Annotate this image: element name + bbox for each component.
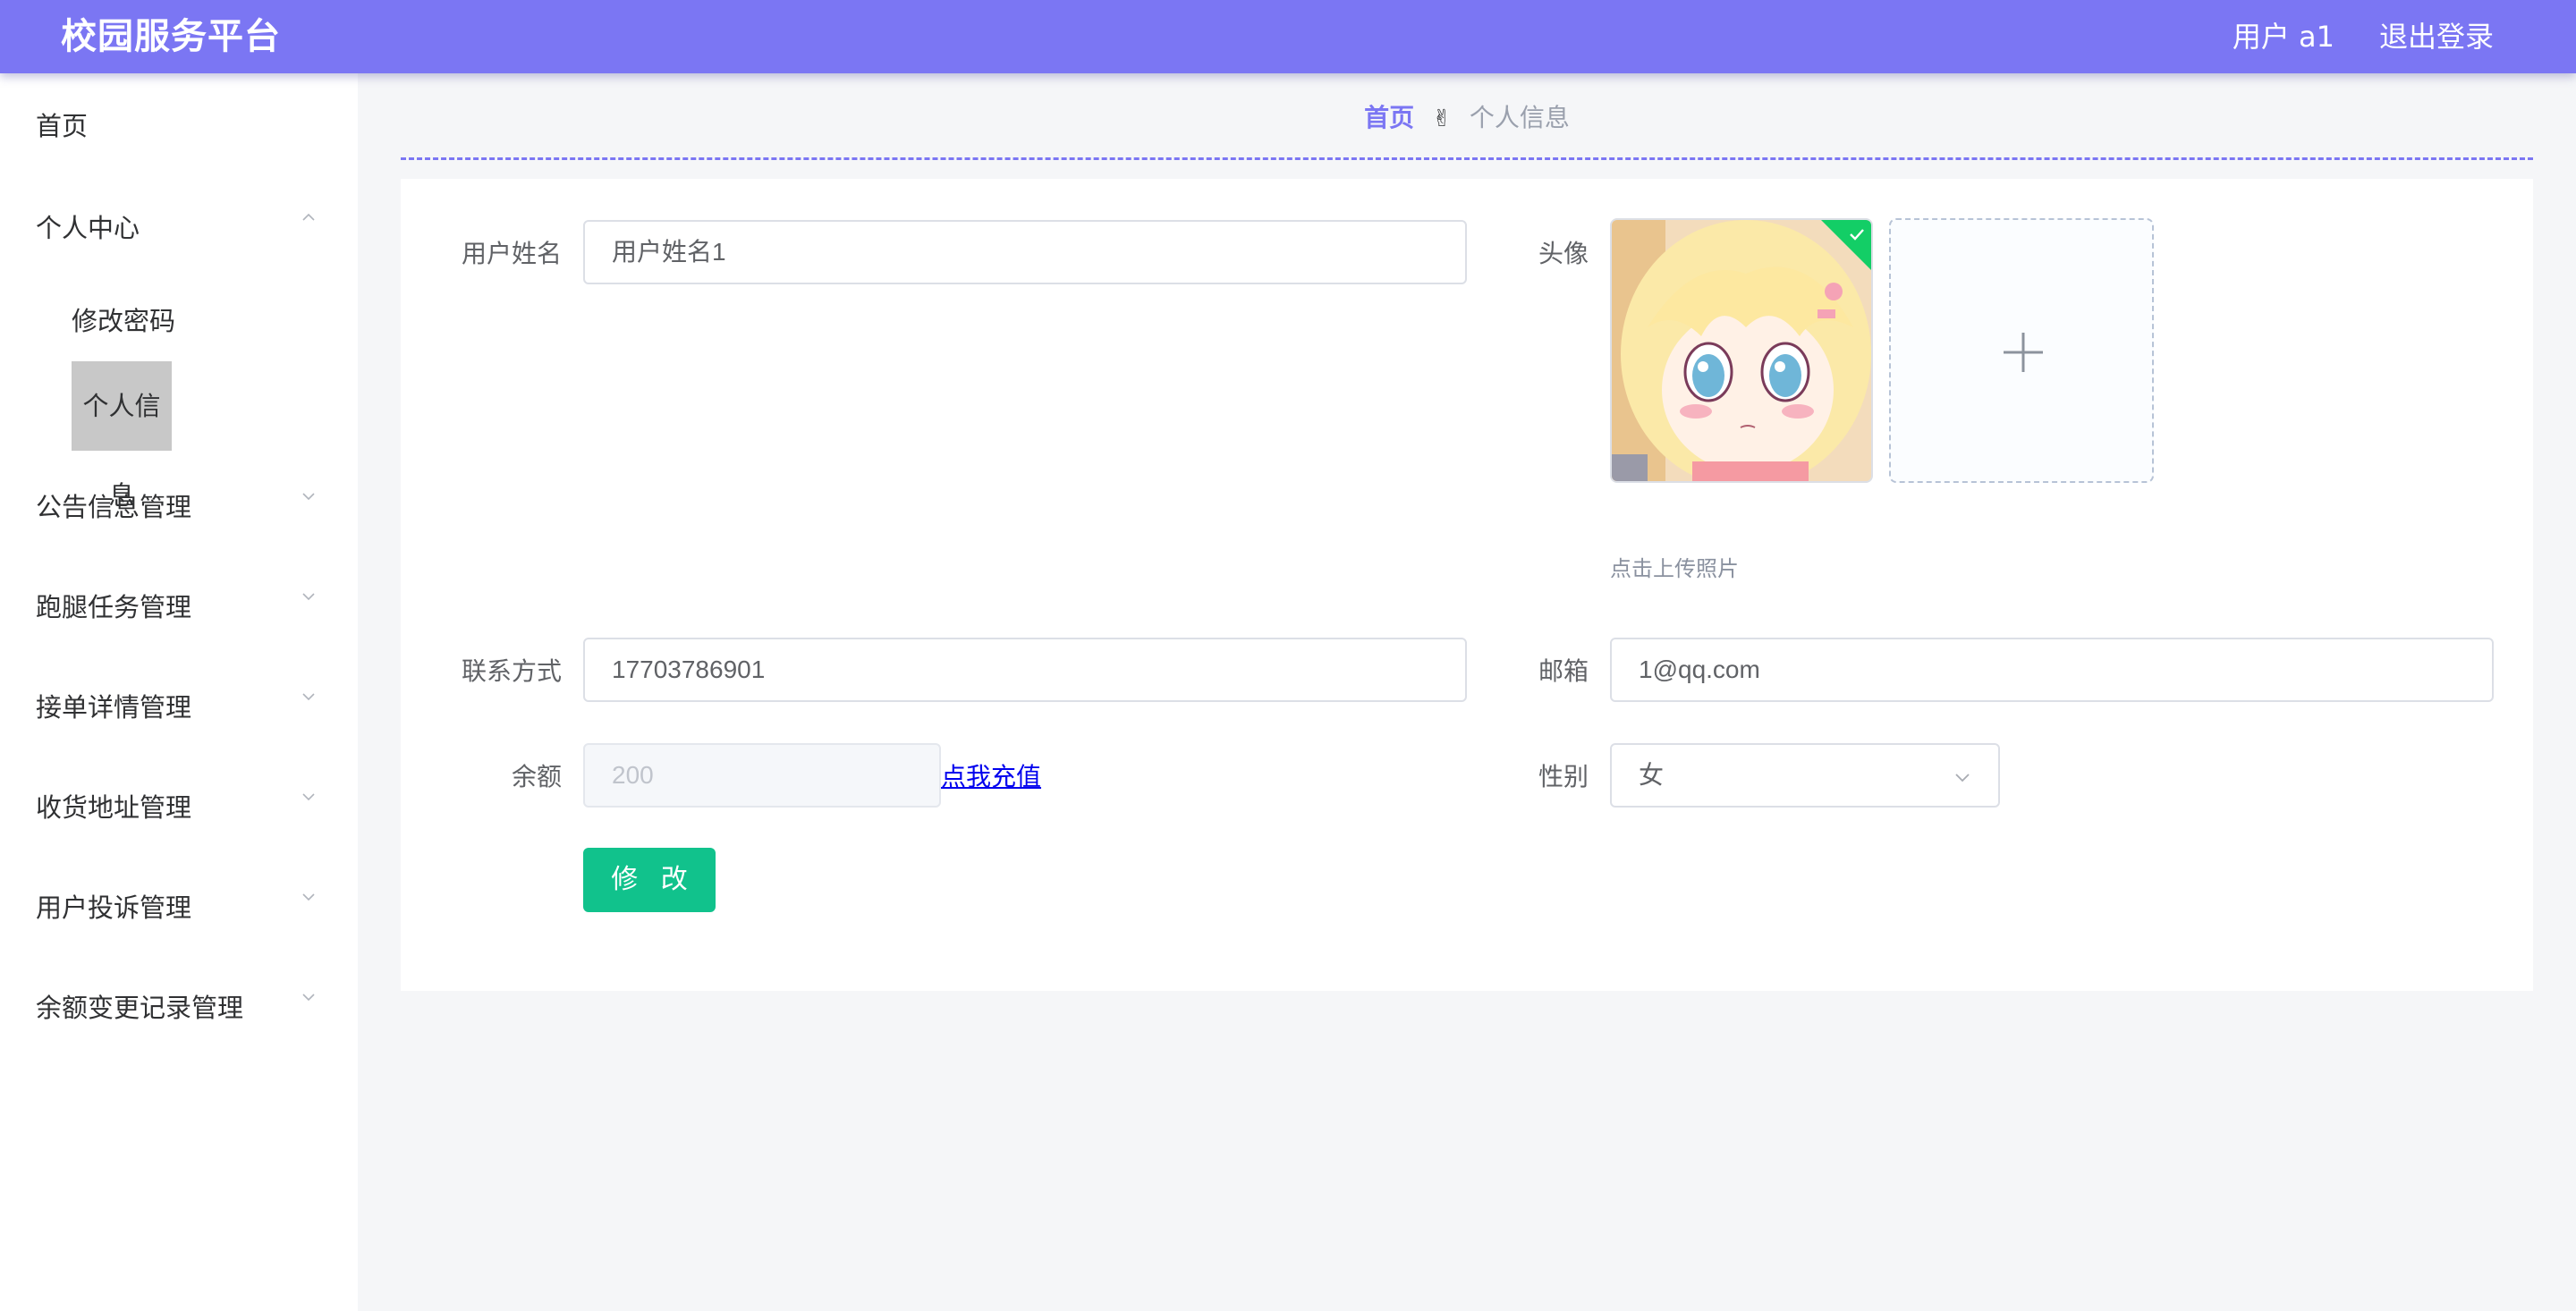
- sidebar-item-address[interactable]: 收货地址管理: [36, 787, 191, 825]
- sidebar-item-change-password[interactable]: 修改密码: [72, 300, 175, 338]
- upload-tip: 点击上传照片: [1610, 556, 1739, 581]
- chevron-down-icon[interactable]: [301, 689, 317, 705]
- breadcrumb-separator-icon: ✌: [1432, 106, 1452, 132]
- gender-label: 性别: [1538, 762, 1589, 791]
- phone-label: 联系方式: [461, 656, 562, 686]
- sidebar-item-complaint[interactable]: 用户投诉管理: [36, 887, 191, 925]
- plus-icon: [2002, 331, 2045, 374]
- sidebar-item-home[interactable]: 首页: [36, 106, 88, 143]
- sidebar-item-order-detail[interactable]: 接单详情管理: [36, 687, 191, 724]
- gender-select-value: 女: [1639, 761, 1665, 789]
- divider: [401, 157, 2533, 160]
- email-label: 邮箱: [1538, 656, 1589, 686]
- sidebar-item-notice[interactable]: 公告信息管理: [36, 486, 191, 524]
- top-header: 校园服务平台 用户 a1 退出登录: [0, 0, 2576, 73]
- sidebar-item-balance-record[interactable]: 余额变更记录管理: [36, 987, 243, 1025]
- username-input[interactable]: 用户姓名1: [583, 220, 1467, 284]
- chevron-down-icon[interactable]: [301, 989, 317, 1005]
- gender-select[interactable]: 女: [1610, 743, 2000, 808]
- breadcrumb: 首页 ✌ 个人信息: [401, 100, 2533, 136]
- balance-label: 余额: [511, 762, 562, 791]
- sidebar-item-personal-center[interactable]: 个人中心: [36, 207, 140, 245]
- username-label: 用户姓名: [461, 239, 562, 268]
- avatar-label: 头像: [1538, 239, 1589, 268]
- recharge-link[interactable]: 点我充值: [941, 757, 1041, 793]
- avatar-upload-button[interactable]: [1889, 218, 2154, 483]
- breadcrumb-home[interactable]: 首页: [1364, 103, 1414, 132]
- profile-form-panel: [401, 179, 2533, 991]
- sidebar-item-profile[interactable]: 个人信息: [72, 361, 172, 511]
- check-icon: [1848, 225, 1866, 243]
- sidebar-item-errand-task[interactable]: 跑腿任务管理: [36, 587, 191, 624]
- chevron-up-icon[interactable]: [301, 209, 317, 225]
- chevron-down-icon[interactable]: [301, 588, 317, 605]
- breadcrumb-current: 个人信息: [1469, 103, 1570, 132]
- submit-button[interactable]: 修 改: [583, 848, 716, 912]
- sidebar: 首页 个人中心 修改密码 个人信息 公告信息管理 跑腿任务管理 接单详情管理 收…: [0, 73, 358, 1311]
- current-user: 用户 a1: [2232, 20, 2334, 54]
- chevron-down-icon[interactable]: [301, 789, 317, 805]
- phone-input[interactable]: 17703786901: [583, 638, 1467, 702]
- app-title: 校园服务平台: [61, 16, 281, 57]
- chevron-down-icon: [1953, 768, 1971, 786]
- chevron-down-icon[interactable]: [301, 889, 317, 905]
- chevron-down-icon[interactable]: [301, 488, 317, 504]
- logout-button[interactable]: 退出登录: [2379, 0, 2494, 73]
- avatar-image[interactable]: [1610, 218, 1873, 483]
- balance-input: 200: [583, 743, 941, 808]
- email-input[interactable]: 1@qq.com: [1610, 638, 2494, 702]
